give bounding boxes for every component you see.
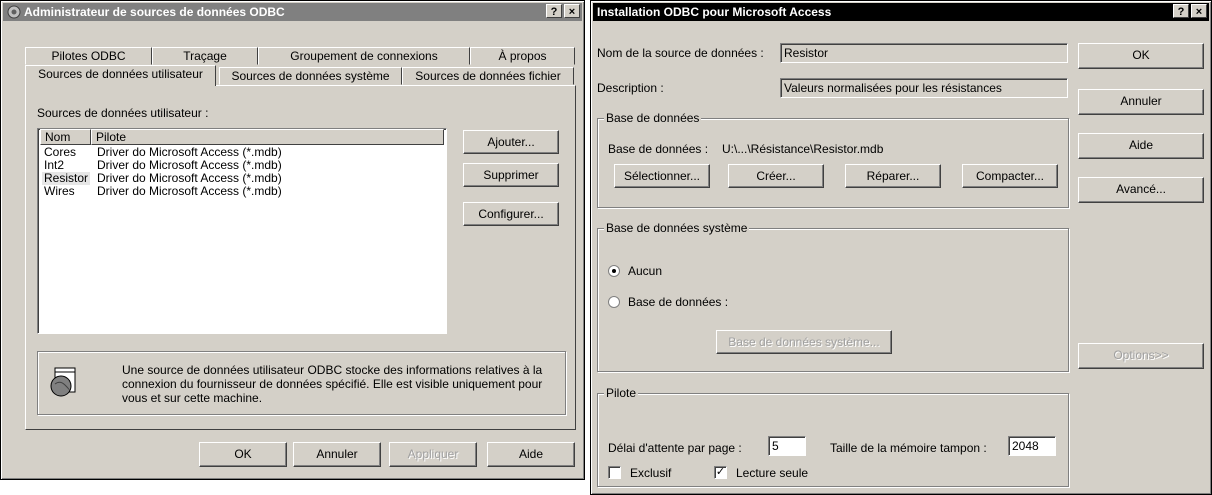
compact-db-button[interactable]: Compacter... xyxy=(962,164,1058,188)
dsn-field[interactable]: Resistor xyxy=(780,43,1068,63)
odbc-admin-titlebar: Administrateur de sources de données ODB… xyxy=(3,3,582,21)
dsn-label: Nom de la source de données : xyxy=(597,46,764,60)
ok-button[interactable]: OK xyxy=(1078,43,1204,69)
help-button[interactable]: Aide xyxy=(1078,133,1204,159)
row-driver: Driver do Microsoft Access (*.mdb) xyxy=(97,184,282,198)
description-label: Description : xyxy=(597,81,664,95)
configure-button[interactable]: Configurer... xyxy=(463,202,559,226)
system-db-button[interactable]: Base de données système... xyxy=(716,330,892,354)
database-path: U:\...\Résistance\Resistor.mdb xyxy=(722,142,884,156)
buffer-field[interactable]: 2048 xyxy=(1008,436,1056,456)
help-title-button[interactable]: ? xyxy=(546,4,562,18)
tab-a-propos[interactable]: À propos xyxy=(470,47,575,65)
driver-group: Pilote Délai d'attente par page : 5 Tail… xyxy=(597,386,1069,487)
tab-panel: Sources de données utilisateur : Nom Pil… xyxy=(25,85,576,430)
tab-sources-systeme[interactable]: Sources de données système xyxy=(219,67,402,85)
ok-button[interactable]: OK xyxy=(199,442,287,467)
cancel-button[interactable]: Annuler xyxy=(1078,89,1204,115)
access-setup-window: Installation ODBC pour Microsoft Access … xyxy=(590,0,1212,495)
database-group: Base de données Base de données : U:\...… xyxy=(597,111,1069,208)
close-title-button[interactable]: × xyxy=(564,4,580,18)
tab-groupement[interactable]: Groupement de connexions xyxy=(258,47,470,65)
database-group-title: Base de données xyxy=(604,111,702,125)
close-title-button[interactable]: × xyxy=(1191,4,1207,18)
column-header-name[interactable]: Nom xyxy=(40,129,91,145)
create-db-button[interactable]: Créer... xyxy=(728,164,824,188)
exclusive-checkbox[interactable] xyxy=(608,466,621,479)
window-title: Administrateur de sources de données ODB… xyxy=(24,5,285,19)
timeout-label: Délai d'attente par page : xyxy=(608,441,742,455)
readonly-checkbox[interactable]: ✓ xyxy=(714,466,727,479)
repair-db-button[interactable]: Réparer... xyxy=(845,164,941,188)
info-text: Une source de données utilisateur ODBC s… xyxy=(122,363,543,405)
radio-database[interactable] xyxy=(608,296,620,308)
advanced-button[interactable]: Avancé... xyxy=(1078,177,1204,203)
system-db-group: Base de données système Aucun Base de do… xyxy=(597,221,1069,372)
cancel-button[interactable]: Annuler xyxy=(293,442,381,467)
readonly-label: Lecture seule xyxy=(736,466,809,480)
info-icon xyxy=(47,366,79,398)
remove-button[interactable]: Supprimer xyxy=(463,163,559,187)
radio-none-label: Aucun xyxy=(628,264,663,278)
odbc-app-icon xyxy=(7,5,21,19)
system-db-group-title: Base de données système xyxy=(604,221,750,235)
column-header-driver[interactable]: Pilote xyxy=(91,129,444,145)
info-box: Une source de données utilisateur ODBC s… xyxy=(37,351,566,415)
access-setup-titlebar: Installation ODBC pour Microsoft Access xyxy=(593,3,1209,21)
options-button[interactable]: Options>> xyxy=(1078,343,1204,369)
tab-sources-utilisateur[interactable]: Sources de données utilisateur xyxy=(25,65,216,86)
add-button[interactable]: Ajouter... xyxy=(463,130,559,154)
tab-pilotes-odbc[interactable]: Pilotes ODBC xyxy=(25,47,152,65)
help-title-button[interactable]: ? xyxy=(1173,4,1189,18)
description-field[interactable]: Valeurs normalisées pour les résistances xyxy=(780,78,1068,98)
buffer-label: Taille de la mémoire tampon : xyxy=(830,441,987,455)
odbc-admin-window: Administrateur de sources de données ODB… xyxy=(0,0,585,480)
radio-database-label: Base de données : xyxy=(628,295,729,309)
window-title: Installation ODBC pour Microsoft Access xyxy=(597,5,832,19)
tab-tracage[interactable]: Traçage xyxy=(152,47,258,65)
driver-group-title: Pilote xyxy=(604,386,639,400)
radio-none[interactable] xyxy=(608,265,620,277)
select-db-button[interactable]: Sélectionner... xyxy=(614,164,710,188)
row-name: Wires xyxy=(44,184,75,198)
help-button[interactable]: Aide xyxy=(487,442,575,467)
tab-sources-fichier[interactable]: Sources de données fichier xyxy=(402,67,574,85)
timeout-field[interactable]: 5 xyxy=(768,436,806,456)
database-path-label: Base de données : xyxy=(608,142,709,156)
list-item[interactable]: Wires Driver do Microsoft Access (*.mdb) xyxy=(40,185,440,198)
exclusive-label: Exclusif xyxy=(630,466,672,480)
datasource-list[interactable]: Nom Pilote Cores Driver do Microsoft Acc… xyxy=(37,128,447,334)
apply-button[interactable]: Appliquer xyxy=(389,442,477,467)
section-label: Sources de données utilisateur : xyxy=(37,106,209,120)
